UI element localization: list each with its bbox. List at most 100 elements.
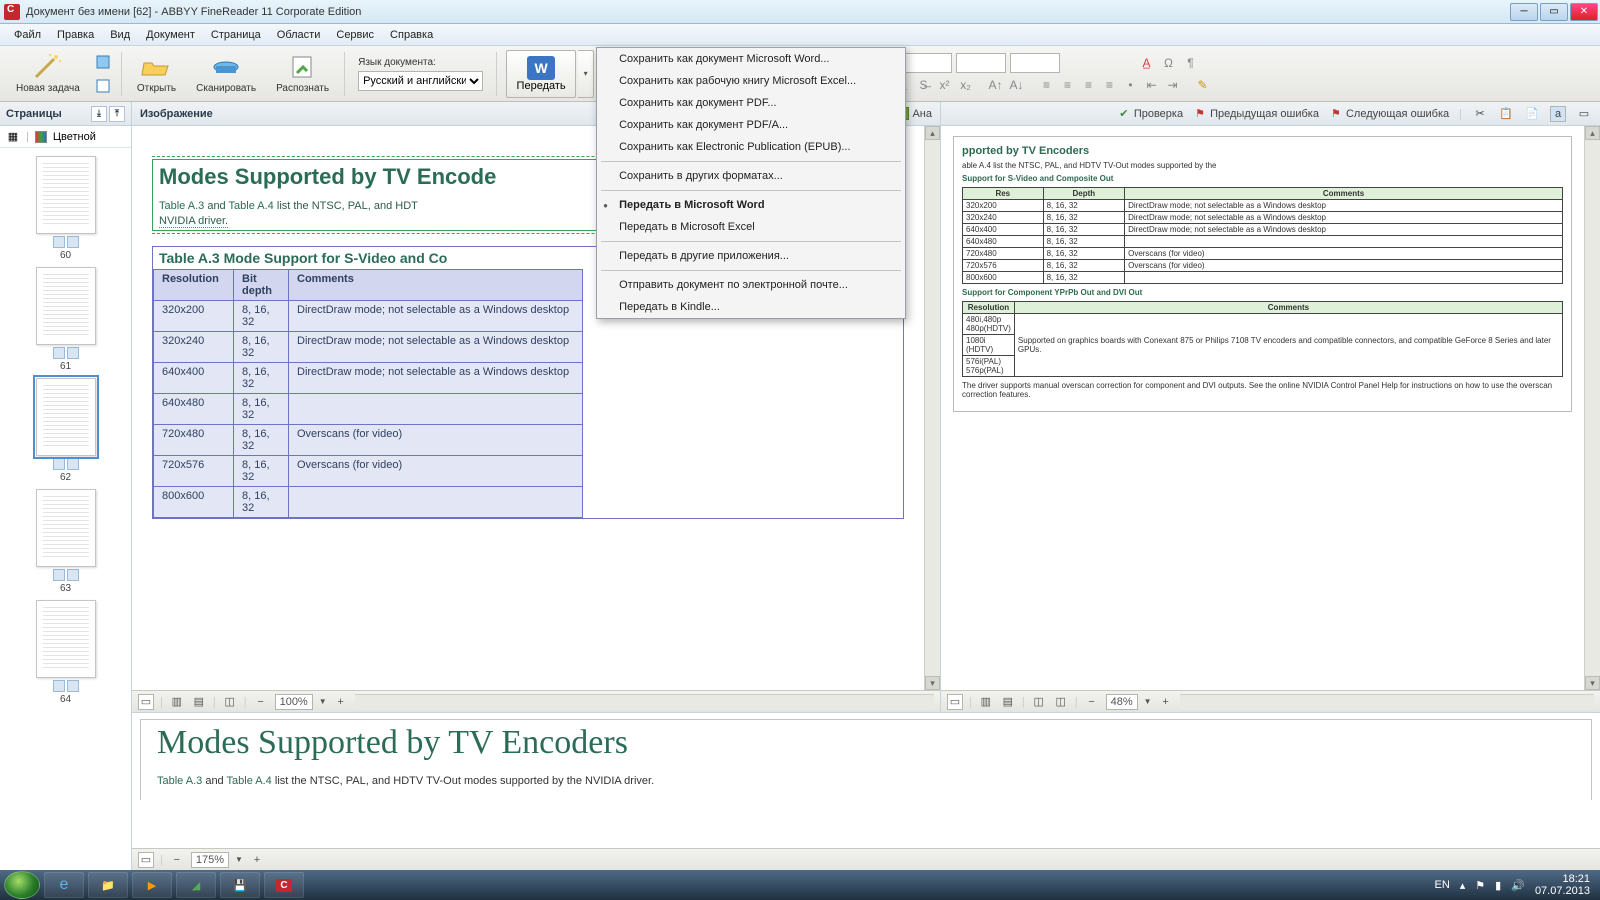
char-tool-3[interactable]: ¶ xyxy=(1182,54,1200,72)
tfoot-1[interactable]: ▭ xyxy=(947,694,963,710)
send-button[interactable]: W Передать xyxy=(506,50,576,98)
bzoom-out[interactable]: − xyxy=(169,852,185,868)
font-inc-button[interactable]: A↑ xyxy=(987,76,1005,94)
popup-send-email[interactable]: Отправить документ по электронной почте.… xyxy=(575,274,905,296)
popup-save-pdfa[interactable]: Сохранить как документ PDF/A... xyxy=(575,114,905,136)
popup-send-excel[interactable]: Передать в Microsoft Excel xyxy=(575,216,905,238)
pages-tool-1[interactable]: ⤓ xyxy=(91,106,107,122)
popup-save-excel[interactable]: Сохранить как рабочую книгу Microsoft Ex… xyxy=(575,70,905,92)
tray-clock[interactable]: 18:2107.07.2013 xyxy=(1535,873,1590,897)
text-vscroll[interactable]: ▴▾ xyxy=(1584,126,1600,690)
toolbar-small-2[interactable] xyxy=(92,76,114,96)
menu-service[interactable]: Сервис xyxy=(328,27,382,43)
tfoot-3[interactable]: ▤ xyxy=(1000,694,1016,710)
menu-file[interactable]: Файл xyxy=(6,27,49,43)
pages-tool-2[interactable]: ⤒ xyxy=(109,106,125,122)
align-right[interactable]: ≡ xyxy=(1080,76,1098,94)
menu-view[interactable]: Вид xyxy=(102,27,138,43)
indent-inc[interactable]: ⇥ xyxy=(1164,76,1182,94)
foot-ico-2[interactable]: ▥ xyxy=(169,694,185,710)
rp-tool-2[interactable]: 📋 xyxy=(1498,106,1514,122)
font-size-select[interactable] xyxy=(956,53,1006,73)
char-tool-2[interactable]: Ω xyxy=(1160,54,1178,72)
color-mode-label[interactable]: Цветной xyxy=(53,131,96,143)
rp-tool-4[interactable]: a xyxy=(1550,106,1566,122)
foot-ico-1[interactable]: ▭ xyxy=(138,694,154,710)
scan-button[interactable]: Сканировать xyxy=(188,53,264,94)
language-dropdown[interactable]: Русский и английский xyxy=(358,71,483,91)
menu-document[interactable]: Документ xyxy=(138,27,203,43)
maximize-button[interactable]: ▭ xyxy=(1540,3,1568,21)
zoom-value[interactable]: 100% xyxy=(275,694,313,710)
new-task-button[interactable]: Новая задача xyxy=(8,53,88,94)
popup-save-word[interactable]: Сохранить как документ Microsoft Word... xyxy=(575,48,905,70)
tray-up-icon[interactable]: ▴ xyxy=(1460,879,1466,892)
tray-net-icon[interactable]: ▮ xyxy=(1495,879,1501,892)
menu-edit[interactable]: Правка xyxy=(49,27,102,43)
menu-areas[interactable]: Области xyxy=(269,27,329,43)
zoom-in[interactable]: + xyxy=(333,694,349,710)
popup-send-word[interactable]: Передать в Microsoft Word xyxy=(575,194,905,216)
task-app1[interactable]: ◢ xyxy=(176,872,216,898)
minimize-button[interactable]: ─ xyxy=(1510,3,1538,21)
task-explorer[interactable]: 📁 xyxy=(88,872,128,898)
align-left[interactable]: ≡ xyxy=(1038,76,1056,94)
page-thumb[interactable]: 62 xyxy=(36,378,96,483)
super-button[interactable]: x² xyxy=(936,76,954,94)
sub-button[interactable]: x₂ xyxy=(957,76,975,94)
list-bullet[interactable]: • xyxy=(1122,76,1140,94)
style-select[interactable] xyxy=(1010,53,1060,73)
open-button[interactable]: Открыть xyxy=(129,53,184,94)
foot-ico-3[interactable]: ▤ xyxy=(191,694,207,710)
check-button[interactable]: ✔Проверка xyxy=(1117,106,1183,122)
tfoot-2[interactable]: ▥ xyxy=(978,694,994,710)
task-wmp[interactable]: ▶ xyxy=(132,872,172,898)
task-ie[interactable]: e xyxy=(44,872,84,898)
tfoot-5[interactable]: ◫ xyxy=(1053,694,1069,710)
tray-lang[interactable]: EN xyxy=(1434,879,1449,891)
tzoom-value[interactable]: 48% xyxy=(1106,694,1138,710)
task-finereader[interactable]: C xyxy=(264,872,304,898)
foot-ico-4[interactable]: ◫ xyxy=(222,694,238,710)
next-error-button[interactable]: ⚑Следующая ошибка xyxy=(1329,106,1449,122)
indent-dec[interactable]: ⇤ xyxy=(1143,76,1161,94)
tzoom-in[interactable]: + xyxy=(1158,694,1174,710)
image-vscroll[interactable]: ▴ ▾ xyxy=(924,126,940,690)
popup-save-epub[interactable]: Сохранить как Electronic Publication (EP… xyxy=(575,136,905,158)
menu-page[interactable]: Страница xyxy=(203,27,269,43)
menu-help[interactable]: Справка xyxy=(382,27,441,43)
bzoom-in[interactable]: + xyxy=(249,852,265,868)
tray-vol-icon[interactable]: 🔊 xyxy=(1511,879,1525,892)
bfoot-1[interactable]: ▭ xyxy=(138,852,154,868)
toolbar-small-1[interactable] xyxy=(92,52,114,72)
popup-save-other[interactable]: Сохранить в других форматах... xyxy=(575,165,905,187)
page-thumb[interactable]: 64 xyxy=(36,600,96,705)
tray-flag-icon[interactable]: ⚑ xyxy=(1475,879,1485,892)
recognize-button[interactable]: Распознать xyxy=(268,53,337,94)
text-preview[interactable]: pported by TV Encoders able A.4 list the… xyxy=(941,126,1584,690)
align-justify[interactable]: ≡ xyxy=(1101,76,1119,94)
bzoom-value[interactable]: 175% xyxy=(191,852,229,868)
thumbs-view-icon[interactable]: ▦ xyxy=(6,130,20,144)
popup-send-other[interactable]: Передать в другие приложения... xyxy=(575,245,905,267)
tzoom-out[interactable]: − xyxy=(1084,694,1100,710)
task-app2[interactable]: 💾 xyxy=(220,872,260,898)
strike-button[interactable]: S̶ xyxy=(915,76,933,94)
tfoot-4[interactable]: ◫ xyxy=(1031,694,1047,710)
popup-save-pdf[interactable]: Сохранить как документ PDF... xyxy=(575,92,905,114)
rp-tool-5[interactable]: ▭ xyxy=(1576,106,1592,122)
align-center[interactable]: ≡ xyxy=(1059,76,1077,94)
page-thumb[interactable]: 60 xyxy=(36,156,96,261)
zoom-out[interactable]: − xyxy=(253,694,269,710)
popup-send-kindle[interactable]: Передать в Kindle... xyxy=(575,296,905,318)
start-button[interactable] xyxy=(4,871,40,899)
font-dec-button[interactable]: A↓ xyxy=(1008,76,1026,94)
prev-error-button[interactable]: ⚑Предыдущая ошибка xyxy=(1193,106,1319,122)
close-button[interactable]: ✕ xyxy=(1570,3,1598,21)
rp-tool-1[interactable]: ✂ xyxy=(1472,106,1488,122)
bottom-body[interactable]: Modes Supported by TV Encoders Table A.3… xyxy=(132,713,1600,848)
highlight-button[interactable]: ✎ xyxy=(1194,76,1212,94)
page-thumb[interactable]: 63 xyxy=(36,489,96,594)
char-tool-1[interactable]: A̲ xyxy=(1138,54,1156,72)
page-thumb[interactable]: 61 xyxy=(36,267,96,372)
